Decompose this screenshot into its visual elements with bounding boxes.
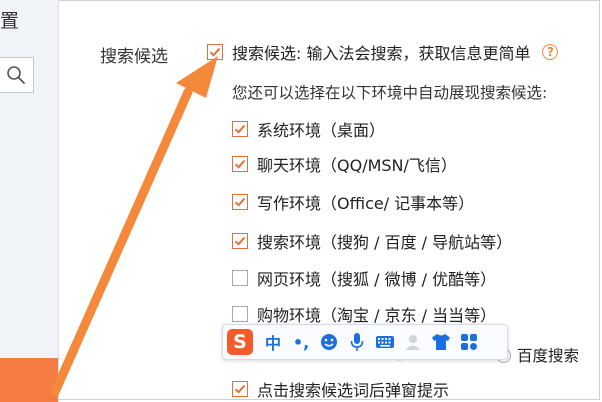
- annotation-arrow: [50, 56, 218, 397]
